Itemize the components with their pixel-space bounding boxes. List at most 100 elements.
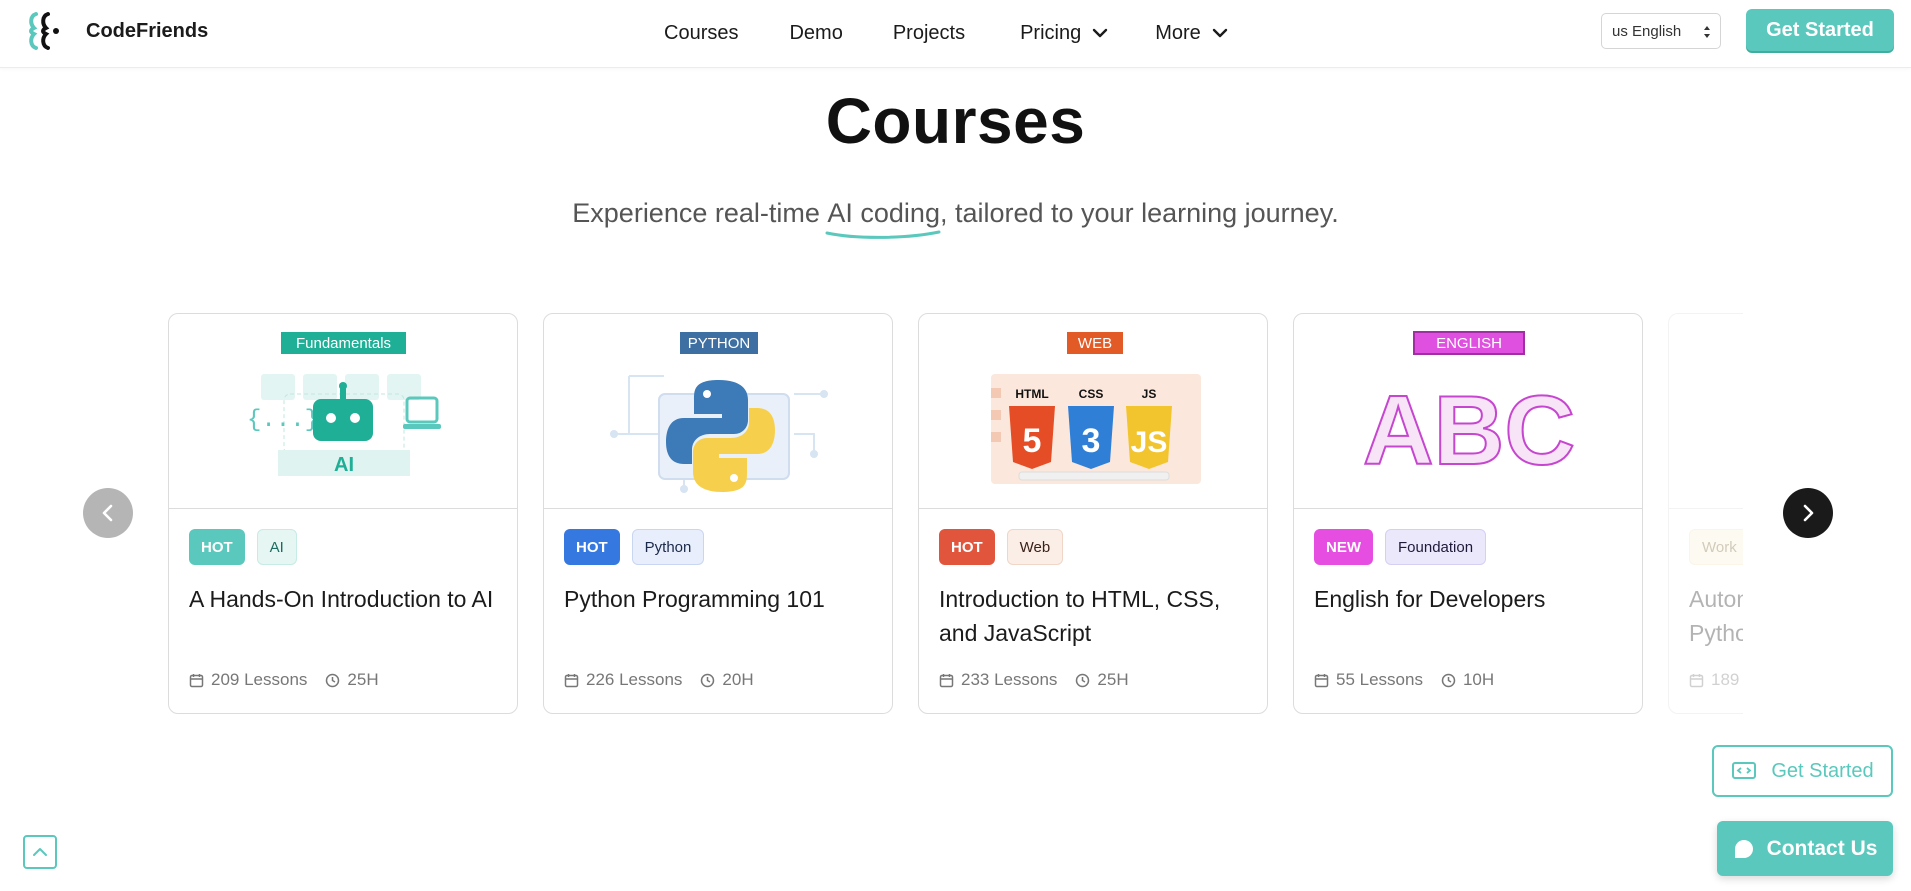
lesson-count: 189 bbox=[1711, 670, 1740, 689]
category-badge: Python bbox=[631, 529, 705, 565]
course-thumbnail: ENGLISH ABC bbox=[1294, 314, 1642, 509]
subtitle-highlight: AI coding bbox=[825, 198, 941, 239]
category-badge: Foundation bbox=[1385, 529, 1487, 565]
python-logo-illustration-icon: PYTHON bbox=[610, 332, 828, 493]
course-title[interactable]: Python Programming 101 bbox=[564, 582, 874, 616]
calendar-icon bbox=[189, 673, 204, 687]
course-title[interactable]: English for Developers bbox=[1314, 582, 1624, 616]
brand-name[interactable]: CodeFriends bbox=[86, 20, 208, 43]
thumb-label-english: ENGLISH bbox=[1436, 335, 1502, 352]
page-title: Courses bbox=[825, 85, 1086, 157]
course-duration: 25H bbox=[347, 670, 379, 689]
floating-get-started-label: Get Started bbox=[1771, 759, 1874, 782]
nav-pricing-label: Pricing bbox=[1020, 21, 1082, 44]
courses-carousel: Fundamentals {...} AI HOT AI A Hands-On … bbox=[168, 313, 1743, 715]
svg-text:JS: JS bbox=[1131, 426, 1168, 459]
html-css-js-illustration-icon: WEB HTML CSS JS 5 3 JS bbox=[991, 332, 1201, 484]
status-badge: NEW bbox=[1314, 529, 1373, 565]
carousel-next-button[interactable] bbox=[1783, 488, 1833, 538]
get-started-button[interactable]: Get Started bbox=[1746, 9, 1894, 51]
course-card-automation[interactable]: Work Autom Pytho 189 bbox=[1668, 313, 1743, 714]
floating-get-started-button[interactable]: Get Started bbox=[1712, 745, 1893, 797]
calendar-icon bbox=[939, 673, 954, 687]
course-card-english[interactable]: ENGLISH ABC NEW Foundation English for D… bbox=[1293, 313, 1643, 714]
course-title[interactable]: A Hands-On Introduction to AI bbox=[189, 582, 499, 616]
clock-icon bbox=[326, 673, 340, 687]
thumb-label-web: WEB bbox=[1078, 335, 1112, 352]
code-laptop-icon bbox=[1732, 762, 1757, 779]
course-badges: Work bbox=[1689, 529, 1743, 565]
thumb-text-ai: AI bbox=[334, 454, 354, 476]
course-badges: HOT Python bbox=[564, 529, 705, 565]
course-card-python[interactable]: PYTHON HOT Python Python Programming 101… bbox=[543, 313, 893, 714]
course-meta: 226 Lessons 20H bbox=[564, 670, 754, 690]
course-thumbnail: Fundamentals {...} AI bbox=[169, 314, 517, 509]
course-card-ai[interactable]: Fundamentals {...} AI HOT AI A Hands-On … bbox=[168, 313, 518, 714]
nav-courses-label: Courses bbox=[664, 21, 739, 44]
clock-icon bbox=[1076, 673, 1090, 687]
course-duration: 20H bbox=[722, 670, 754, 689]
course-thumbnail bbox=[1669, 314, 1743, 509]
course-card-web[interactable]: WEB HTML CSS JS 5 3 JS HOT Web Introduct… bbox=[918, 313, 1268, 714]
chevron-down-icon bbox=[1093, 28, 1108, 38]
nav-courses[interactable]: Courses bbox=[664, 22, 738, 45]
thumb-label-python: PYTHON bbox=[688, 335, 751, 352]
nav-more-label: More bbox=[1155, 21, 1201, 44]
status-badge: HOT bbox=[564, 529, 620, 565]
carousel-prev-button[interactable] bbox=[83, 488, 133, 538]
codefriends-logo-icon[interactable] bbox=[26, 10, 66, 52]
course-thumbnail: PYTHON bbox=[544, 314, 892, 509]
course-meta: 233 Lessons 25H bbox=[939, 670, 1129, 690]
clock-icon bbox=[1441, 673, 1456, 687]
lesson-count: 55 Lessons bbox=[1336, 670, 1423, 689]
course-meta: 209 Lessons 25H bbox=[189, 670, 379, 690]
course-duration: 25H bbox=[1097, 670, 1129, 689]
thumb-text-html: HTML bbox=[1015, 387, 1048, 401]
category-badge: Work bbox=[1689, 529, 1743, 565]
course-title[interactable]: Autom Pytho bbox=[1689, 582, 1743, 650]
main-nav: Courses Demo Projects Pricing More bbox=[664, 18, 1229, 48]
category-badge: Web bbox=[1006, 529, 1064, 565]
scroll-to-top-button[interactable] bbox=[23, 835, 57, 869]
nav-pricing[interactable]: Pricing bbox=[1020, 22, 1109, 45]
subtitle-text-start: Experience real-time bbox=[572, 198, 828, 228]
lesson-count: 209 Lessons bbox=[211, 670, 308, 689]
contact-us-button[interactable]: Contact Us bbox=[1717, 821, 1893, 876]
nav-projects-label: Projects bbox=[892, 21, 966, 44]
language-select-value: us English bbox=[1612, 22, 1682, 40]
nav-projects[interactable]: Projects bbox=[893, 22, 965, 45]
ai-robot-illustration-icon: Fundamentals {...} AI bbox=[247, 332, 441, 476]
nav-demo-label: Demo bbox=[789, 21, 843, 44]
svg-text:5: 5 bbox=[1023, 422, 1042, 460]
course-meta: 55 Lessons 10H bbox=[1314, 670, 1494, 690]
contact-us-label: Contact Us bbox=[1766, 836, 1878, 860]
page-subtitle: Experience real-time AI coding, tailored… bbox=[0, 198, 1911, 239]
chat-bubble-icon bbox=[1734, 839, 1753, 858]
status-badge: HOT bbox=[939, 529, 995, 565]
course-badges: HOT AI bbox=[189, 529, 297, 565]
category-badge: AI bbox=[256, 529, 297, 565]
course-meta: 189 bbox=[1689, 670, 1739, 690]
subtitle-text-end: , tailored to your learning journey. bbox=[939, 198, 1339, 228]
status-badge: HOT bbox=[189, 529, 245, 565]
calendar-icon bbox=[1689, 673, 1704, 687]
course-title[interactable]: Introduction to HTML, CSS, and JavaScrip… bbox=[939, 582, 1249, 650]
calendar-icon bbox=[1314, 673, 1329, 687]
lesson-count: 226 Lessons bbox=[586, 670, 683, 689]
course-badges: HOT Web bbox=[939, 529, 1064, 565]
chevron-up-icon bbox=[33, 848, 47, 856]
chevron-right-icon bbox=[1803, 504, 1814, 522]
course-thumbnail: WEB HTML CSS JS 5 3 JS bbox=[919, 314, 1267, 509]
language-select[interactable]: us English bbox=[1601, 13, 1721, 49]
chevron-left-icon bbox=[102, 504, 113, 522]
select-arrows-icon bbox=[1704, 26, 1710, 38]
highlight-underline bbox=[825, 230, 941, 239]
svg-text:{...}: {...} bbox=[247, 407, 319, 434]
nav-more[interactable]: More bbox=[1155, 22, 1229, 45]
thumb-text-abc: ABC bbox=[1363, 375, 1575, 485]
calendar-icon bbox=[564, 673, 579, 687]
abc-letters-illustration-icon: ENGLISH ABC bbox=[1362, 331, 1576, 486]
course-duration: 10H bbox=[1462, 670, 1495, 689]
nav-demo[interactable]: Demo bbox=[789, 22, 842, 45]
chevron-down-icon bbox=[1212, 28, 1228, 38]
